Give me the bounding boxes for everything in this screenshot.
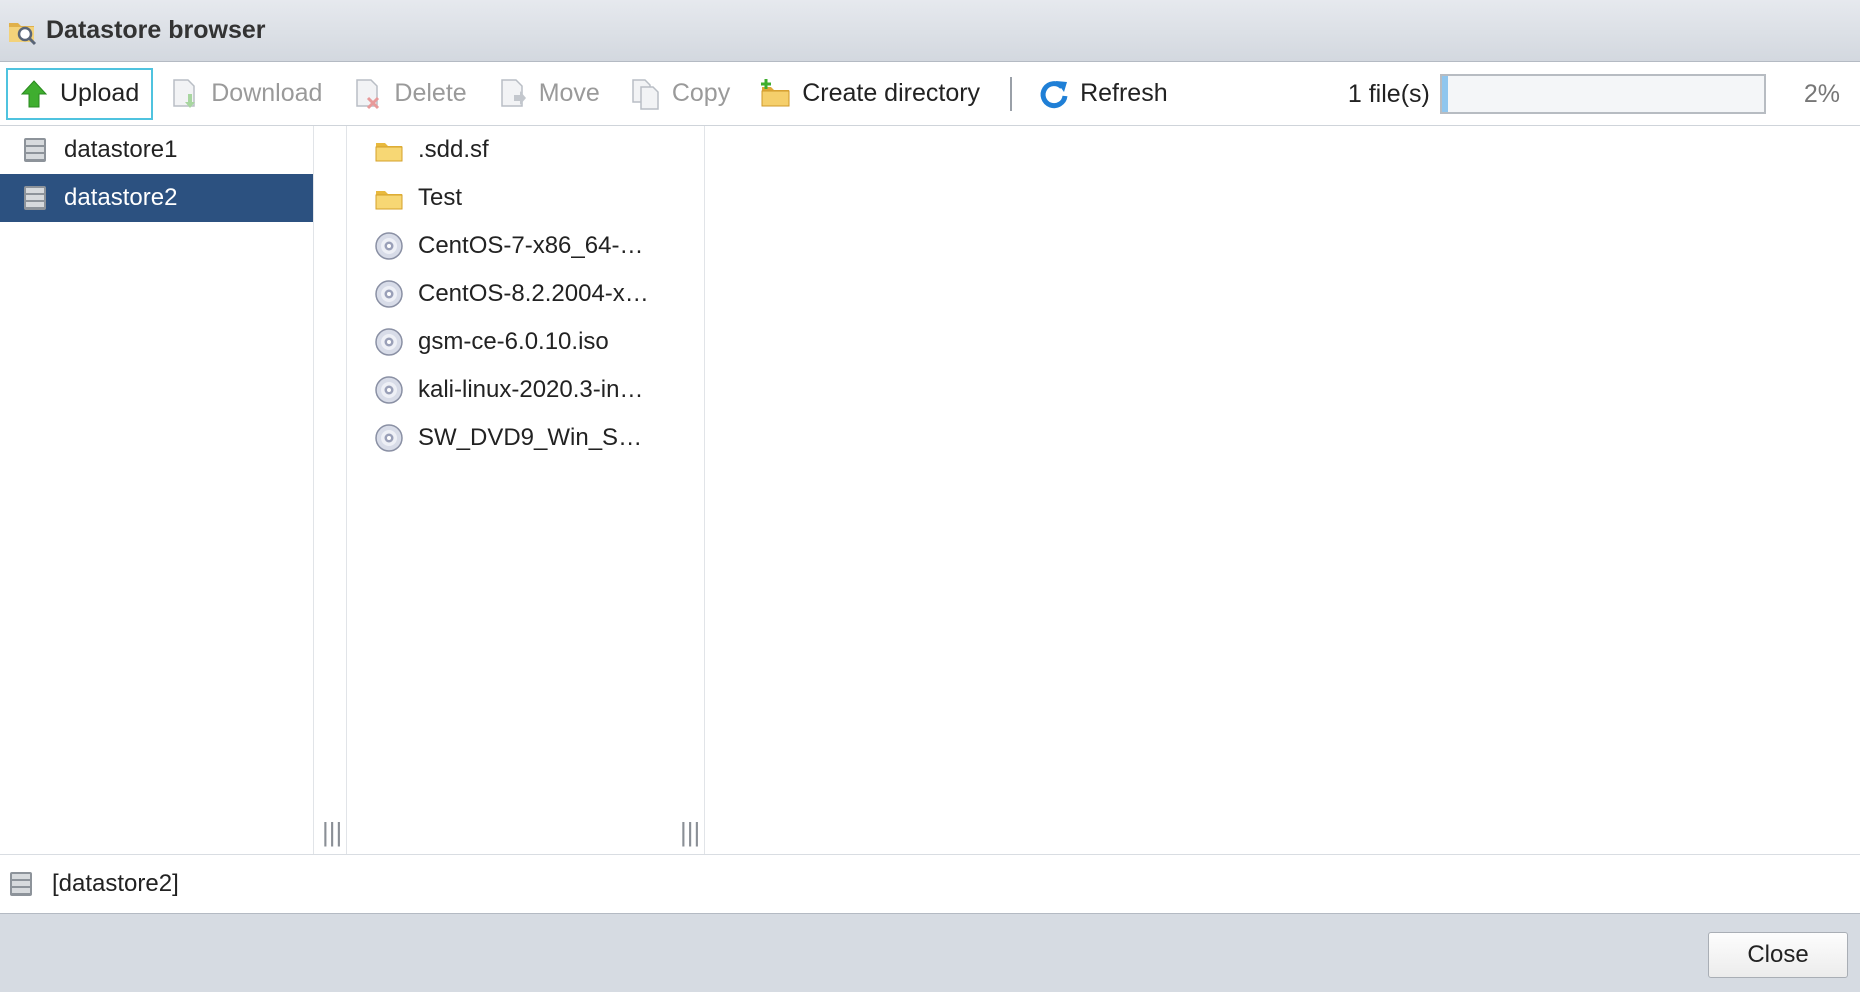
progress-percent: 2% bbox=[1803, 79, 1840, 108]
grip-icon: ||| bbox=[322, 817, 343, 847]
refresh-label: Refresh bbox=[1080, 79, 1168, 107]
copy-button[interactable]: Copy bbox=[618, 68, 744, 120]
move-label: Move bbox=[538, 79, 600, 107]
create-directory-label: Create directory bbox=[802, 79, 981, 107]
column-resize-handle[interactable]: ||| bbox=[314, 126, 347, 854]
file-label: CentOS-7-x86_64-… bbox=[418, 232, 644, 259]
toolbar: Upload Download Delete Move Copy Create … bbox=[0, 62, 1860, 126]
file-details-pane bbox=[706, 126, 1860, 854]
download-button[interactable]: Download bbox=[157, 68, 336, 120]
copy-label: Copy bbox=[671, 79, 731, 107]
folder-icon bbox=[374, 135, 404, 165]
file-label: kali-linux-2020.3-in… bbox=[418, 376, 644, 403]
list-item[interactable]: .sdd.sf bbox=[347, 126, 672, 174]
close-button[interactable]: Close bbox=[1708, 932, 1848, 978]
datastore-icon bbox=[6, 869, 36, 899]
move-icon bbox=[500, 78, 526, 107]
upload-label: Upload bbox=[60, 79, 140, 107]
path-bar: [datastore2] bbox=[0, 854, 1860, 914]
datastore-list: datastore1 datastore2 bbox=[0, 126, 314, 854]
create-folder-icon bbox=[761, 78, 790, 106]
datastore-label: datastore1 bbox=[64, 136, 178, 163]
create-directory-button[interactable]: Create directory bbox=[748, 68, 994, 120]
upload-progress: 1 file(s) 2% bbox=[1348, 62, 1840, 126]
datastore-label: datastore2 bbox=[64, 184, 178, 211]
delete-label: Delete bbox=[394, 79, 467, 107]
current-path: [datastore2] bbox=[52, 870, 179, 897]
file-label: .sdd.sf bbox=[418, 136, 489, 163]
delete-icon bbox=[356, 78, 380, 109]
upload-button[interactable]: Upload bbox=[6, 67, 154, 120]
list-item[interactable]: SW_DVD9_Win_Sv… bbox=[347, 414, 672, 462]
column-resize-handle[interactable]: ||| bbox=[672, 126, 705, 854]
copy-icon bbox=[632, 78, 659, 110]
datastore-browser-icon bbox=[9, 22, 37, 45]
upload-arrow-icon bbox=[20, 79, 48, 107]
download-icon bbox=[173, 78, 196, 108]
file-label: Test bbox=[418, 184, 463, 211]
datastore-item-datastore2[interactable]: datastore2 bbox=[0, 174, 313, 222]
list-item[interactable]: Test bbox=[347, 174, 672, 222]
files-count: 1 file(s) bbox=[1347, 79, 1430, 108]
file-label: gsm-ce-6.0.10.iso bbox=[418, 328, 609, 355]
title-bar: Datastore browser bbox=[0, 0, 1860, 62]
grip-icon: ||| bbox=[680, 817, 701, 847]
delete-button[interactable]: Delete bbox=[340, 68, 480, 120]
dialog-footer: Close bbox=[0, 914, 1860, 992]
datastore-item-datastore1[interactable]: datastore1 bbox=[0, 126, 313, 174]
disc-image-icon bbox=[374, 279, 404, 309]
datastore-icon bbox=[20, 135, 50, 165]
list-item[interactable]: CentOS-8.2.2004-x… bbox=[347, 270, 672, 318]
disc-image-icon bbox=[374, 423, 404, 453]
disc-image-icon bbox=[374, 231, 404, 261]
disc-image-icon bbox=[374, 327, 404, 357]
file-label: CentOS-8.2.2004-x… bbox=[418, 280, 649, 307]
window-title: Datastore browser bbox=[46, 16, 266, 44]
progress-bar bbox=[1439, 74, 1766, 114]
download-label: Download bbox=[211, 79, 323, 107]
datastore-icon bbox=[20, 183, 50, 213]
progress-fill bbox=[1441, 76, 1449, 112]
file-list: .sdd.sf Test CentOS-7-x86_64-… CentOS-8.… bbox=[347, 126, 672, 854]
refresh-icon bbox=[1040, 80, 1068, 108]
list-item[interactable]: CentOS-7-x86_64-… bbox=[347, 222, 672, 270]
folder-icon bbox=[374, 183, 404, 213]
disc-image-icon bbox=[374, 375, 404, 405]
refresh-button[interactable]: Refresh bbox=[1026, 68, 1182, 120]
list-item[interactable]: kali-linux-2020.3-in… bbox=[347, 366, 672, 414]
toolbar-separator bbox=[1010, 76, 1013, 111]
file-label: SW_DVD9_Win_Sv… bbox=[418, 424, 653, 451]
list-item[interactable]: gsm-ce-6.0.10.iso bbox=[347, 318, 672, 366]
move-button[interactable]: Move bbox=[485, 68, 614, 120]
